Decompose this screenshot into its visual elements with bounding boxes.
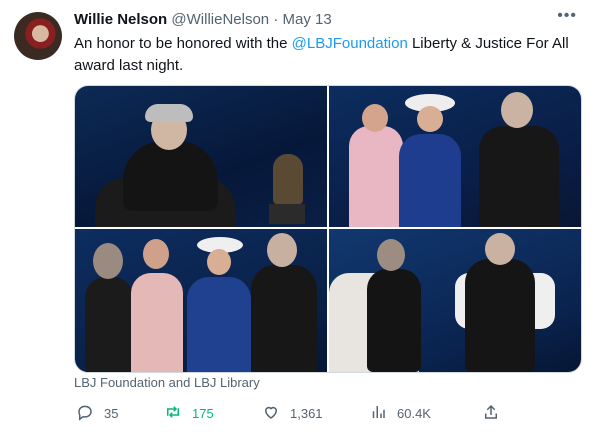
tweet-header: Willie Nelson @WillieNelson · May 13 ••• <box>74 7 577 33</box>
like-button[interactable]: 1,361 <box>262 403 323 424</box>
views-count: 60.4K <box>397 406 431 421</box>
views-button[interactable]: 60.4K <box>369 403 431 424</box>
retweet-icon <box>164 403 182 424</box>
author-handle[interactable]: @WillieNelson <box>171 11 269 28</box>
photo-4[interactable] <box>329 229 581 372</box>
photo-2[interactable] <box>329 86 581 227</box>
separator: · <box>273 11 279 28</box>
like-icon <box>262 403 280 424</box>
share-icon <box>482 403 500 424</box>
tweet-text-start: An honor to be honored with the <box>74 35 292 52</box>
retweet-button[interactable]: 175 <box>164 403 214 424</box>
reply-count: 35 <box>104 406 119 421</box>
reply-icon <box>76 403 94 424</box>
author-name[interactable]: Willie Nelson <box>74 11 167 28</box>
mention-link[interactable]: @LBJFoundation <box>292 35 408 52</box>
like-count: 1,361 <box>290 406 323 421</box>
action-bar: 35 175 1,361 60.4K <box>74 403 514 423</box>
retweet-count: 175 <box>192 406 214 421</box>
photo-1[interactable] <box>75 86 327 227</box>
reply-button[interactable]: 35 <box>76 403 118 424</box>
avatar[interactable] <box>14 12 62 60</box>
views-icon <box>369 403 387 424</box>
more-icon[interactable]: ••• <box>557 7 577 25</box>
photo-3[interactable] <box>75 229 327 372</box>
media-credit: LBJ Foundation and LBJ Library <box>74 375 260 390</box>
tweet-date[interactable]: May 13 <box>282 11 331 28</box>
tweet-text: An honor to be honored with the @LBJFoun… <box>74 33 582 77</box>
share-button[interactable] <box>482 403 500 424</box>
media-grid <box>74 85 582 373</box>
